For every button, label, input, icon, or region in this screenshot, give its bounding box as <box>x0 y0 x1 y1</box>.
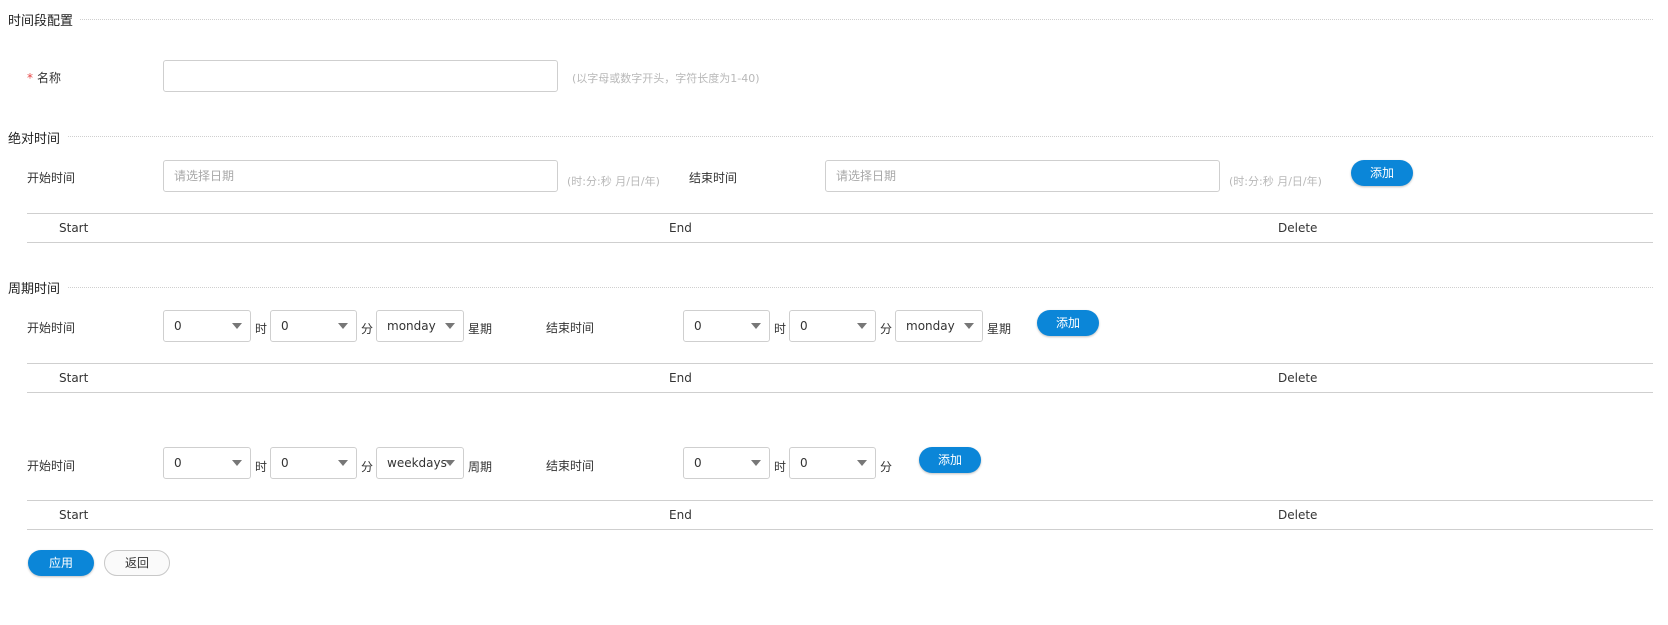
weekly-start-hour-select[interactable]: 0 <box>163 310 251 342</box>
day-unit: 星期 <box>987 322 1012 336</box>
required-mark: * <box>27 71 33 85</box>
abs-start-hint: (时:分:秒 月/日/年) <box>567 175 660 188</box>
table-header-end: End <box>669 508 692 522</box>
abs-end-date-input[interactable] <box>825 160 1220 192</box>
weekly-start-minute-select[interactable]: 0 <box>270 310 357 342</box>
chevron-down-icon <box>338 323 348 329</box>
chevron-down-icon <box>751 323 761 329</box>
weekly-add-button[interactable]: 添加 <box>1037 310 1099 336</box>
select-value: 0 <box>800 456 808 470</box>
name-label: * 名称 <box>27 69 61 86</box>
daily-time-table: Start End Delete <box>27 500 1653 530</box>
name-label-text: 名称 <box>37 71 62 85</box>
select-value: 0 <box>694 319 702 333</box>
daily-start-hour-select[interactable]: 0 <box>163 447 251 479</box>
table-header-end: End <box>669 371 692 385</box>
apply-button[interactable]: 应用 <box>28 550 94 576</box>
select-value: weekdays <box>387 456 447 470</box>
abs-end-hint: (时:分:秒 月/日/年) <box>1229 175 1322 188</box>
table-header-end: End <box>669 221 692 235</box>
day-unit: 星期 <box>468 322 493 336</box>
table-header-delete: Delete <box>1278 221 1318 235</box>
chevron-down-icon <box>445 460 455 466</box>
chevron-down-icon <box>964 323 974 329</box>
table-header-start: Start <box>59 508 89 522</box>
table-header-start: Start <box>59 371 89 385</box>
daily-end-minute-select[interactable]: 0 <box>789 447 876 479</box>
page-title: 时间段配置 <box>8 14 74 29</box>
daily-start-minute-select[interactable]: 0 <box>270 447 357 479</box>
select-value: monday <box>387 319 436 333</box>
hour-unit: 时 <box>255 322 268 336</box>
weekly-time-table: Start End Delete <box>27 363 1653 393</box>
name-hint: (以字母或数字开头，字符长度为1-40) <box>572 72 760 85</box>
weekly-end-minute-select[interactable]: 0 <box>789 310 876 342</box>
periodic-time-title: 周期时间 <box>8 282 61 297</box>
chevron-down-icon <box>857 323 867 329</box>
table-header-delete: Delete <box>1278 508 1318 522</box>
daily-add-button[interactable]: 添加 <box>919 447 981 473</box>
minute-unit: 分 <box>361 322 374 336</box>
daily-end-hour-select[interactable]: 0 <box>683 447 770 479</box>
back-button[interactable]: 返回 <box>104 550 170 576</box>
daily-end-label: 结束时间 <box>546 459 595 473</box>
chevron-down-icon <box>445 323 455 329</box>
hour-unit: 时 <box>774 460 787 474</box>
minute-unit: 分 <box>361 460 374 474</box>
absolute-time-title: 绝对时间 <box>8 132 61 147</box>
weekly-end-hour-select[interactable]: 0 <box>683 310 770 342</box>
daily-start-label: 开始时间 <box>27 459 76 473</box>
name-input[interactable] <box>163 60 558 92</box>
section-divider <box>80 19 1653 20</box>
chevron-down-icon <box>232 460 242 466</box>
chevron-down-icon <box>232 323 242 329</box>
hour-unit: 时 <box>255 460 268 474</box>
weekly-end-day-select[interactable]: monday <box>895 310 983 342</box>
chevron-down-icon <box>857 460 867 466</box>
abs-start-date-input[interactable] <box>163 160 558 192</box>
minute-unit: 分 <box>880 322 893 336</box>
select-value: monday <box>906 319 955 333</box>
section-divider <box>68 287 1653 288</box>
select-value: 0 <box>281 456 289 470</box>
weekly-start-label: 开始时间 <box>27 321 76 335</box>
select-value: 0 <box>694 456 702 470</box>
chevron-down-icon <box>338 460 348 466</box>
select-value: 0 <box>174 319 182 333</box>
select-value: 0 <box>174 456 182 470</box>
abs-start-label: 开始时间 <box>27 171 76 185</box>
weekly-end-label: 结束时间 <box>546 321 595 335</box>
table-header-delete: Delete <box>1278 371 1318 385</box>
daily-start-cycle-select[interactable]: weekdays <box>376 447 464 479</box>
select-value: 0 <box>281 319 289 333</box>
hour-unit: 时 <box>774 322 787 336</box>
abs-add-button[interactable]: 添加 <box>1351 160 1413 186</box>
abs-time-table: Start End Delete <box>27 213 1653 243</box>
cycle-unit: 周期 <box>468 460 493 474</box>
weekly-start-day-select[interactable]: monday <box>376 310 464 342</box>
select-value: 0 <box>800 319 808 333</box>
section-divider <box>68 136 1653 137</box>
chevron-down-icon <box>751 460 761 466</box>
abs-end-label: 结束时间 <box>689 171 738 185</box>
minute-unit: 分 <box>880 460 893 474</box>
table-header-start: Start <box>59 221 89 235</box>
